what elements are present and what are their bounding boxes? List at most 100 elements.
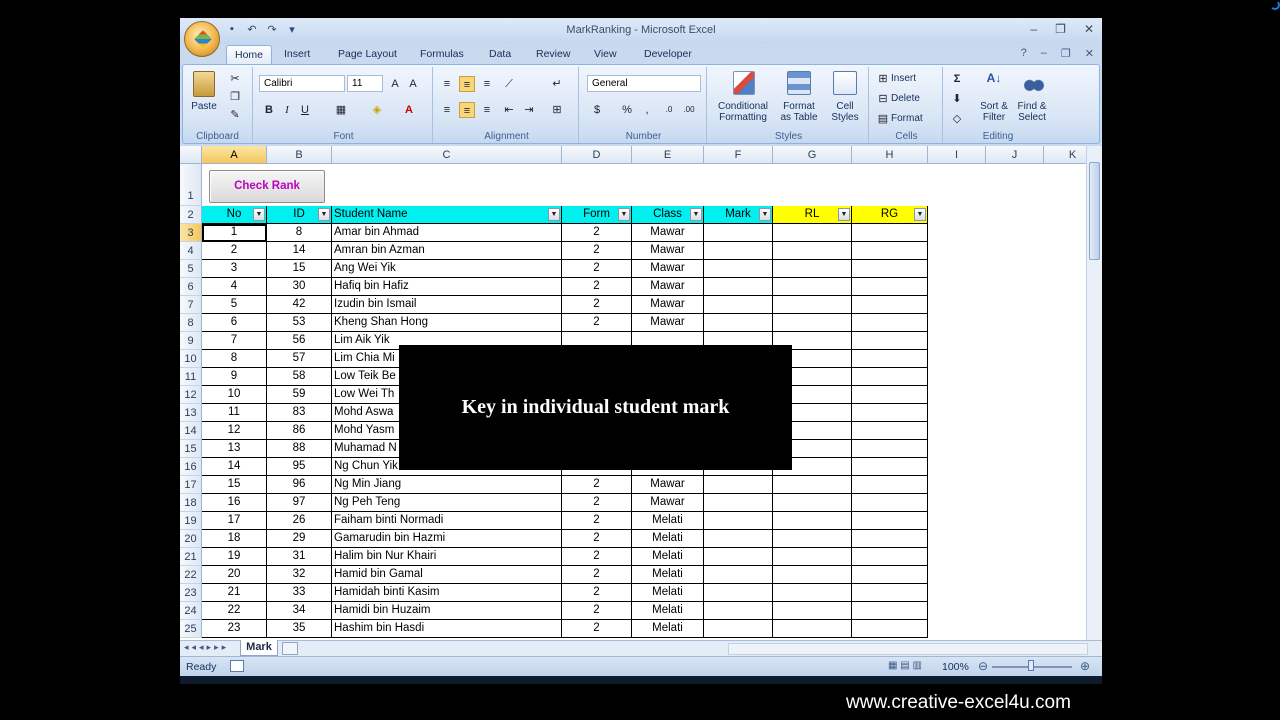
align-right-icon[interactable]: ≡ (479, 102, 495, 118)
cell-styles-icon[interactable] (833, 71, 857, 95)
fill-icon[interactable]: ⬇ (949, 91, 965, 107)
table-cell[interactable] (773, 602, 852, 620)
align-top-icon[interactable]: ≡ (439, 76, 455, 92)
table-cell[interactable] (852, 440, 928, 458)
autosum-icon[interactable]: Σ (949, 71, 965, 87)
table-cell[interactable]: 53 (267, 314, 332, 332)
italic-icon[interactable]: I (279, 102, 295, 118)
table-cell[interactable]: Hashim bin Hasdi (332, 620, 562, 638)
table-cell[interactable]: 30 (267, 278, 332, 296)
paste-button[interactable]: Paste (187, 101, 221, 112)
table-cell[interactable]: 5 (202, 296, 267, 314)
table-cell[interactable] (704, 296, 773, 314)
table-cell[interactable] (773, 566, 852, 584)
find-select-button[interactable]: Find & Select (1013, 101, 1051, 123)
table-cell[interactable] (704, 494, 773, 512)
table-cell[interactable] (704, 314, 773, 332)
table-cell[interactable]: 2 (562, 530, 632, 548)
sheet-nav-icons[interactable]: ◂◂◂▸▸▸ (184, 642, 229, 653)
table-cell[interactable]: 29 (267, 530, 332, 548)
table-cell[interactable]: 22 (202, 602, 267, 620)
table-cell[interactable]: 31 (267, 548, 332, 566)
help-icon[interactable]: ? (1021, 47, 1027, 60)
macro-record-icon[interactable] (230, 660, 244, 672)
format-as-table-button[interactable]: Format as Table (773, 101, 825, 123)
table-cell[interactable]: 2 (562, 242, 632, 260)
delete-cells-button[interactable]: Delete (891, 93, 920, 104)
tab-developer[interactable]: Developer (636, 45, 700, 64)
table-cell[interactable]: 96 (267, 476, 332, 494)
table-cell[interactable] (773, 548, 852, 566)
filter-dropdown-icon[interactable]: ▼ (548, 208, 560, 221)
decrease-indent-icon[interactable]: ⇤ (501, 102, 517, 118)
table-cell[interactable] (704, 260, 773, 278)
table-cell[interactable] (852, 494, 928, 512)
clear-icon[interactable]: ◇ (949, 111, 965, 127)
zoom-slider-thumb[interactable] (1028, 660, 1034, 671)
tab-formulas[interactable]: Formulas (412, 45, 472, 64)
orientation-icon[interactable]: ⟋ (501, 76, 517, 92)
conditional-formatting-icon[interactable] (733, 71, 755, 95)
column-header-h[interactable]: H (852, 146, 928, 164)
column-header-g[interactable]: G (773, 146, 852, 164)
font-size-select[interactable]: 11 (347, 75, 383, 92)
table-cell[interactable]: Mawar (632, 278, 704, 296)
table-cell[interactable]: Hamidi bin Huzaim (332, 602, 562, 620)
column-header-j[interactable]: J (986, 146, 1044, 164)
row-header-1[interactable]: 1 (180, 164, 202, 206)
table-cell[interactable]: Kheng Shan Hong (332, 314, 562, 332)
sort-filter-button[interactable]: Sort & Filter (975, 101, 1013, 123)
table-cell[interactable]: Ng Peh Teng (332, 494, 562, 512)
table-cell[interactable]: Melati (632, 602, 704, 620)
table-cell[interactable]: Amar bin Ahmad (332, 224, 562, 242)
number-format-select[interactable]: General (587, 75, 701, 92)
office-button[interactable] (184, 21, 220, 57)
grow-font-icon[interactable]: A (387, 76, 403, 92)
merge-center-icon[interactable]: ⊞ (549, 102, 565, 118)
tab-review[interactable]: Review (528, 45, 578, 64)
table-cell[interactable]: 42 (267, 296, 332, 314)
filter-dropdown-icon[interactable]: ▼ (253, 208, 265, 221)
align-center-icon[interactable]: ≡ (459, 102, 475, 118)
table-cell[interactable]: Mawar (632, 494, 704, 512)
table-cell[interactable]: 35 (267, 620, 332, 638)
table-cell[interactable] (773, 224, 852, 242)
table-cell[interactable] (704, 242, 773, 260)
table-cell[interactable] (773, 620, 852, 638)
table-cell[interactable]: 16 (202, 494, 267, 512)
row-header-4[interactable]: 4 (180, 242, 202, 260)
row-header-16[interactable]: 16 (180, 458, 202, 476)
table-cell[interactable]: Hafiq bin Hafiz (332, 278, 562, 296)
table-cell[interactable]: 2 (562, 584, 632, 602)
insert-sheet-icon[interactable] (282, 642, 298, 655)
table-header-id[interactable]: ID ▼ (267, 206, 332, 224)
align-bottom-icon[interactable]: ≡ (479, 76, 495, 92)
row-header-18[interactable]: 18 (180, 494, 202, 512)
table-cell[interactable] (773, 584, 852, 602)
table-cell[interactable]: 7 (202, 332, 267, 350)
table-cell[interactable] (704, 530, 773, 548)
column-header-c[interactable]: C (332, 146, 562, 164)
table-cell[interactable]: Melati (632, 548, 704, 566)
column-header-d[interactable]: D (562, 146, 632, 164)
zoom-in-icon[interactable]: ⊕ (1080, 659, 1090, 673)
insert-cells-button[interactable]: Insert (891, 73, 916, 84)
decrease-decimal-icon[interactable]: .00 (681, 102, 697, 118)
table-cell[interactable] (852, 620, 928, 638)
table-cell[interactable]: 2 (562, 260, 632, 278)
table-cell[interactable]: 33 (267, 584, 332, 602)
table-cell[interactable]: 2 (562, 512, 632, 530)
column-header-b[interactable]: B (267, 146, 332, 164)
row-header-15[interactable]: 15 (180, 440, 202, 458)
row-header-17[interactable]: 17 (180, 476, 202, 494)
table-cell[interactable]: 21 (202, 584, 267, 602)
tab-view[interactable]: View (586, 45, 625, 64)
view-buttons-icon[interactable]: ▦ ▤ ▥ (888, 660, 936, 673)
table-cell[interactable] (852, 278, 928, 296)
copy-icon[interactable]: ❐ (227, 89, 243, 105)
table-cell[interactable]: 57 (267, 350, 332, 368)
table-cell[interactable]: 2 (562, 224, 632, 242)
table-cell[interactable] (773, 296, 852, 314)
format-painter-icon[interactable]: ✎ (227, 107, 243, 123)
align-left-icon[interactable]: ≡ (439, 102, 455, 118)
